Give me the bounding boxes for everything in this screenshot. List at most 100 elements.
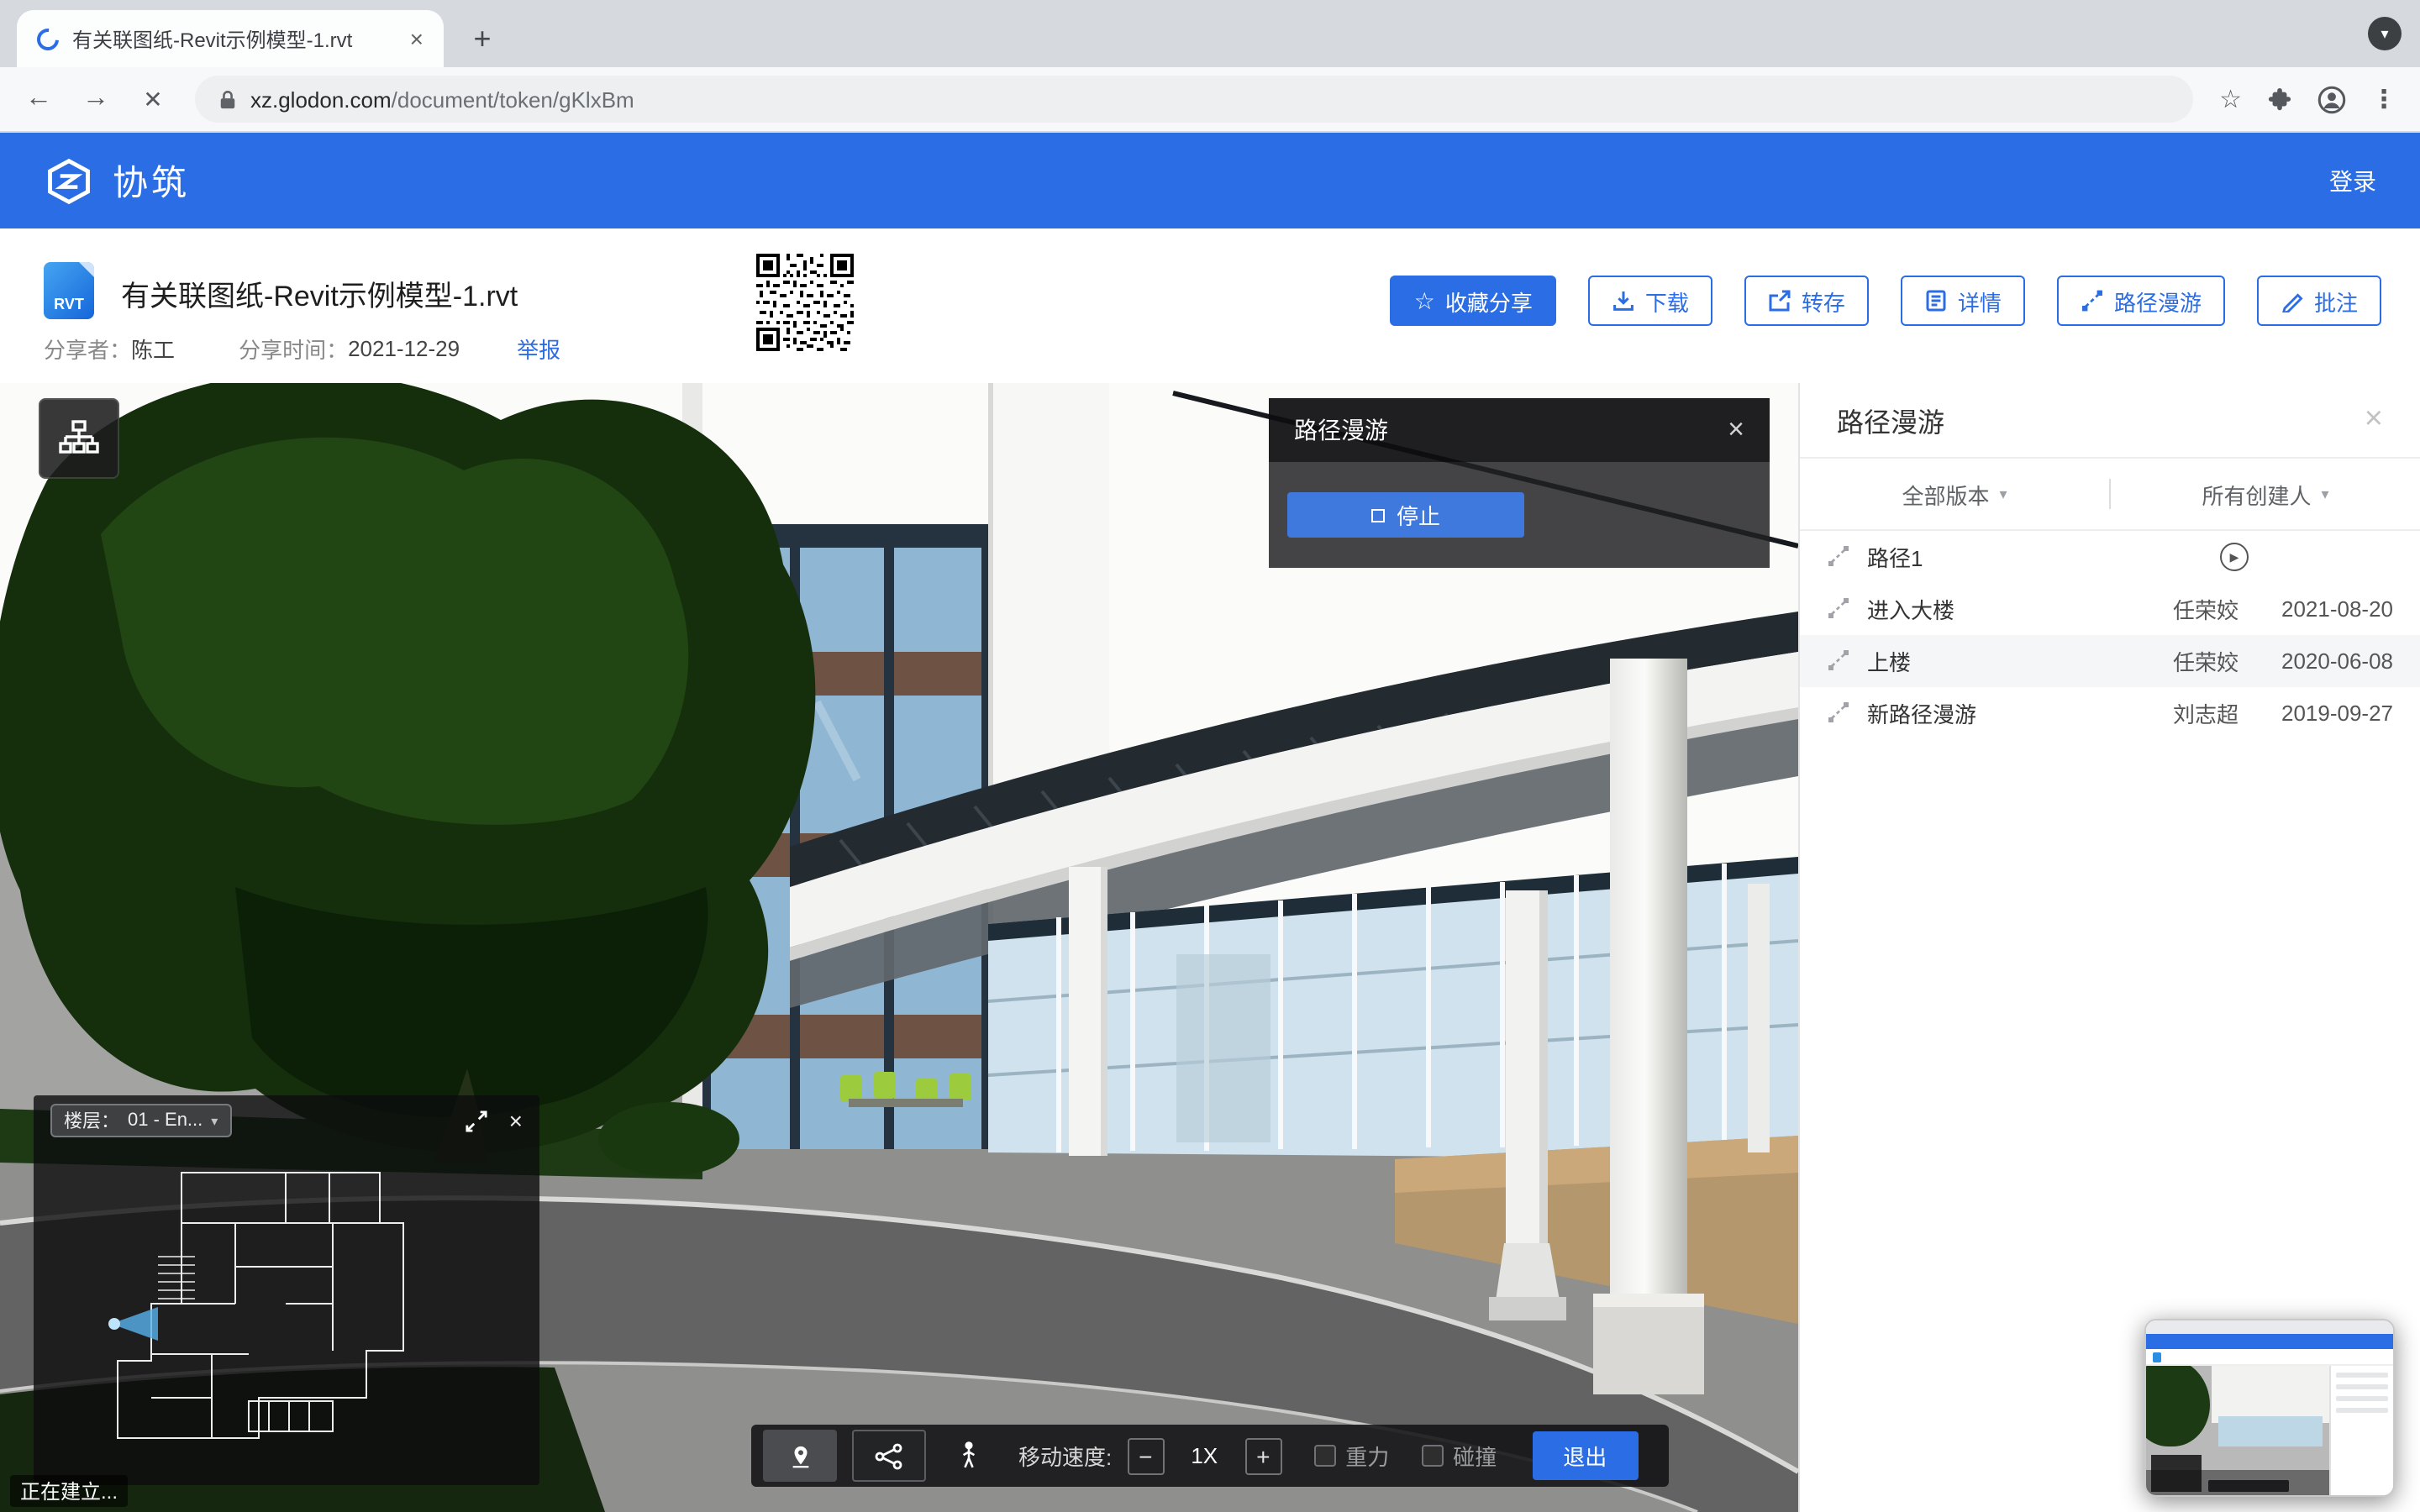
path-date: 2021-08-20 [2238, 596, 2393, 622]
collision-checkbox[interactable] [1421, 1445, 1443, 1467]
path-name: 新路径漫游 [1867, 697, 2131, 729]
tab-title: 有关联图纸-Revit示例模型-1.rvt [72, 24, 397, 53]
status-text: 正在建立... [10, 1475, 128, 1507]
pip-scene [2146, 1366, 2329, 1497]
speed-value: 1X [1179, 1443, 1229, 1468]
collision-toggle: 碰撞 [1421, 1440, 1497, 1472]
pip-sidebar [2329, 1366, 2393, 1497]
speed-decrease-button[interactable]: − [1127, 1437, 1164, 1474]
caret-down-icon: ▾ [211, 1113, 218, 1128]
document-actions: ☆ 收藏分享 下载 转存 详情 路径漫游 批注 [1391, 276, 2381, 326]
stop-label: 停止 [1397, 499, 1440, 531]
roam-path-row[interactable]: 新路径漫游 刘志超 2019-09-27 [1800, 687, 2420, 739]
share-time-label: 分享时间： [239, 333, 348, 365]
report-link[interactable]: 举报 [517, 333, 560, 365]
main-area: 路径漫游 × 停止 楼层： 01 - En... ▾ [0, 383, 2420, 1512]
minimap-toggle-button[interactable] [763, 1430, 837, 1482]
roam-path-row[interactable]: 路径1 ▶ [1800, 531, 2420, 583]
pip-toolbar [2208, 1480, 2289, 1492]
walkthrough-toolbar: 移动速度: − 1X + 重力 碰撞 退出 [751, 1425, 1669, 1487]
pip-body [2146, 1366, 2393, 1497]
rvt-file-icon: RVT [44, 262, 94, 319]
screen: 有关联图纸-Revit示例模型-1.rvt × + ▾ ← → ✕ xz.glo… [0, 0, 2420, 1512]
login-link[interactable]: 登录 [2329, 164, 2376, 197]
version-filter[interactable]: 全部版本 ▾ [1800, 478, 2109, 510]
stop-loading-button[interactable]: ✕ [138, 85, 168, 113]
extensions-puzzle-icon[interactable] [2267, 87, 2292, 112]
tab-close-icon[interactable]: × [410, 25, 424, 52]
path-date: 2019-09-27 [2238, 701, 2393, 726]
browser-menu-icon[interactable]: ⋮ [2371, 84, 2396, 114]
roam-path-row[interactable]: 进入大楼 任荣姣 2021-08-20 [1800, 583, 2420, 635]
viewer-3d: 路径漫游 × 停止 楼层： 01 - En... ▾ [0, 383, 1798, 1512]
route-icon [1827, 648, 1852, 674]
play-path-button[interactable]: ▶ [2220, 543, 2249, 571]
sidebar-close-icon[interactable]: × [2365, 402, 2383, 438]
roam-path-row-selected[interactable]: 上楼 任荣姣 2020-06-08 [1800, 635, 2420, 687]
tab-search-icon[interactable]: ▾ [2368, 17, 2402, 50]
url-path: /document/token/gKlxBm [392, 87, 634, 112]
path-roam-button[interactable]: 路径漫游 [2057, 276, 2225, 326]
path-nodes-icon [874, 1441, 904, 1471]
gravity-toggle: 重力 [1313, 1440, 1389, 1472]
back-button[interactable]: ← [24, 84, 54, 114]
path-nodes-button[interactable] [852, 1430, 926, 1482]
path-roam-label: 路径漫游 [2114, 285, 2202, 317]
bookmark-star-icon[interactable]: ☆ [2219, 84, 2242, 114]
lock-icon [218, 88, 237, 110]
pip-glass [2218, 1416, 2323, 1446]
pip-preview[interactable] [2144, 1319, 2395, 1497]
pip-building [2212, 1366, 2329, 1423]
route-icon [1827, 596, 1852, 622]
path-date: 2020-06-08 [2238, 648, 2393, 674]
download-label: 下载 [1645, 285, 1689, 317]
collision-label: 碰撞 [1453, 1440, 1497, 1472]
annotate-label: 批注 [2314, 285, 2358, 317]
details-icon [1924, 289, 1948, 312]
path-name: 上楼 [1867, 645, 2131, 677]
speed-increase-button[interactable]: + [1244, 1437, 1281, 1474]
browser-toolbar: ← → ✕ xz.glodon.com/document/token/gKlxB… [0, 67, 2420, 133]
roam-popup-close-icon[interactable]: × [1728, 413, 1744, 447]
save-as-label: 转存 [1802, 285, 1845, 317]
floor-value: 01 - En... [128, 1110, 203, 1131]
address-bar[interactable]: xz.glodon.com/document/token/gKlxBm [195, 76, 2192, 123]
toolbar-right: ☆ ⋮ [2219, 84, 2396, 114]
floor-label: 楼层： [64, 1107, 119, 1134]
minimap-close-icon[interactable]: × [509, 1107, 523, 1134]
browser-tab[interactable]: 有关联图纸-Revit示例模型-1.rvt × [17, 10, 444, 67]
download-button[interactable]: 下载 [1588, 276, 1712, 326]
annotate-button[interactable]: 批注 [2257, 276, 2381, 326]
floorplan-canvas [50, 1149, 523, 1478]
pip-minimap [2151, 1455, 2202, 1492]
profile-avatar-icon[interactable] [2317, 85, 2346, 113]
download-icon [1612, 289, 1635, 312]
sharer-label: 分享者： [44, 333, 131, 365]
model-structure-button[interactable] [39, 398, 119, 479]
creator-filter[interactable]: 所有创建人 ▾ [2111, 478, 2420, 510]
pip-app-header [2146, 1334, 2393, 1349]
first-person-button[interactable] [941, 1439, 995, 1473]
save-as-button[interactable]: 转存 [1744, 276, 1869, 326]
site-favicon-icon [33, 24, 64, 55]
floor-select[interactable]: 楼层： 01 - En... ▾ [50, 1104, 231, 1137]
caret-down-icon: ▾ [1999, 485, 2007, 503]
app-header: 协筑 登录 [0, 133, 2420, 228]
route-icon [1827, 544, 1852, 570]
new-tab-button[interactable]: + [460, 17, 504, 60]
xiezhu-logo-icon [44, 155, 94, 206]
details-label: 详情 [1958, 285, 2002, 317]
forward-button[interactable]: → [81, 84, 111, 114]
details-button[interactable]: 详情 [1901, 276, 2025, 326]
url-text: xz.glodon.com/document/token/gKlxBm [250, 87, 634, 112]
favorite-share-button[interactable]: ☆ 收藏分享 [1391, 276, 1556, 326]
path-author: 任荣姣 [2131, 593, 2238, 625]
gravity-checkbox[interactable] [1313, 1445, 1335, 1467]
caret-down-icon: ▾ [2321, 485, 2328, 503]
minimap-panel: 楼层： 01 - En... ▾ × [34, 1095, 539, 1485]
minimap-expand-icon[interactable] [466, 1110, 487, 1131]
map-pin-icon [787, 1442, 813, 1469]
exit-roam-button[interactable]: 退出 [1532, 1431, 1638, 1480]
stop-roam-button[interactable]: 停止 [1287, 492, 1524, 538]
path-author: 任荣姣 [2131, 645, 2238, 677]
